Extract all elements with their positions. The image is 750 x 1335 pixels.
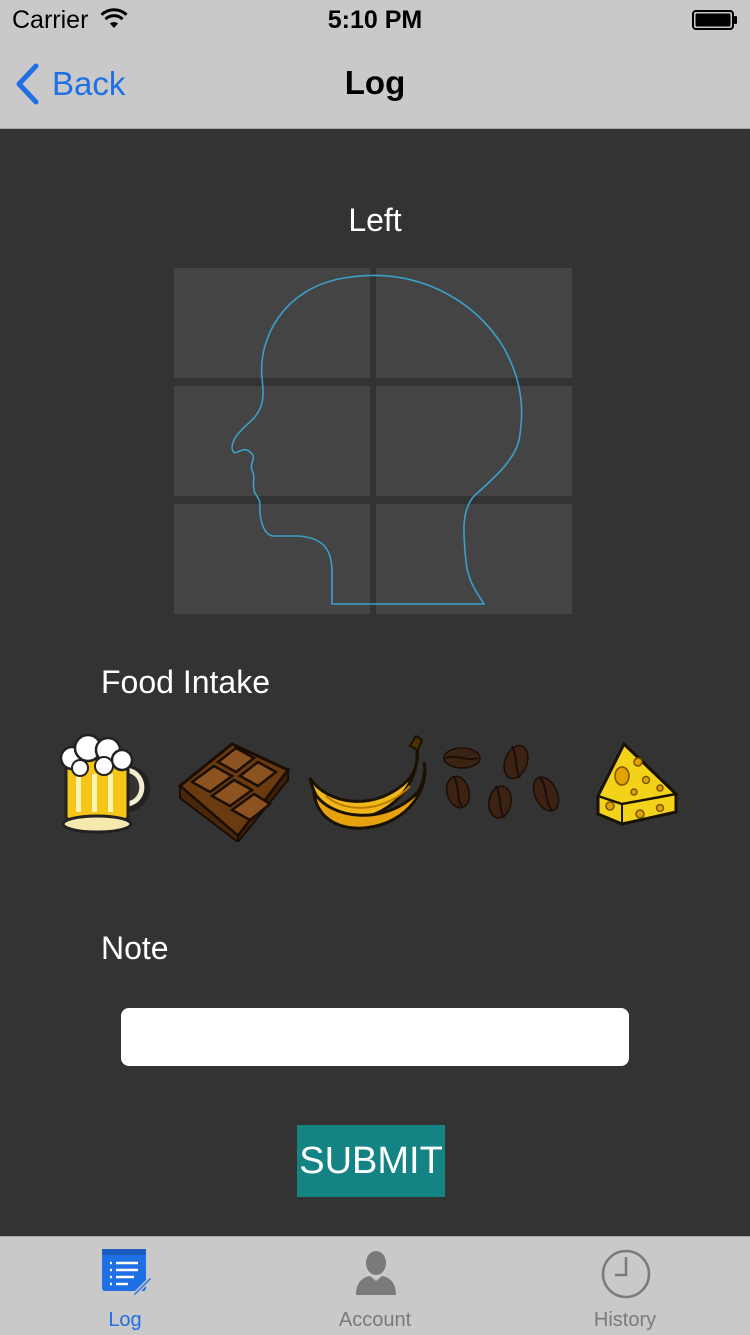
status-bar: Carrier 5:10 PM — [0, 0, 750, 40]
head-region-bottom-back[interactable] — [174, 504, 370, 614]
head-region-bottom-front[interactable] — [376, 504, 572, 614]
chocolate-bar-icon[interactable] — [174, 726, 292, 842]
tab-account[interactable]: Account — [250, 1237, 500, 1335]
log-list-icon — [102, 1249, 152, 1299]
tab-log[interactable]: Log — [0, 1237, 250, 1335]
food-intake-row — [0, 720, 750, 850]
page-title: Log — [344, 64, 406, 101]
navigation-bar: Back Log — [0, 40, 750, 129]
head-region-middle-back[interactable] — [174, 386, 370, 496]
person-icon — [356, 1251, 396, 1295]
head-side-label: Left — [348, 202, 402, 238]
cheese-icon[interactable] — [596, 740, 678, 826]
note-input[interactable] — [121, 1008, 629, 1066]
submit-button[interactable]: SUBMIT — [297, 1125, 445, 1197]
food-intake-label: Food Intake — [101, 664, 270, 700]
battery-icon — [692, 10, 737, 30]
head-region-top-back[interactable] — [174, 268, 370, 378]
head-region-grid — [174, 268, 572, 614]
tab-history-label: History — [593, 1309, 657, 1331]
tab-log-label: Log — [108, 1309, 142, 1331]
status-time: 5:10 PM — [327, 6, 423, 34]
head-region-middle-front[interactable] — [376, 386, 572, 496]
banana-icon[interactable] — [306, 734, 430, 830]
head-region-top-front[interactable] — [376, 268, 572, 378]
clock-icon — [601, 1249, 651, 1299]
tab-account-label: Account — [338, 1309, 412, 1331]
tab-bar: Log Account History — [0, 1236, 750, 1335]
tab-history[interactable]: History — [500, 1237, 750, 1335]
note-label: Note — [101, 930, 169, 966]
coffee-beans-icon[interactable] — [440, 744, 566, 824]
beer-mug-icon[interactable] — [58, 730, 154, 834]
